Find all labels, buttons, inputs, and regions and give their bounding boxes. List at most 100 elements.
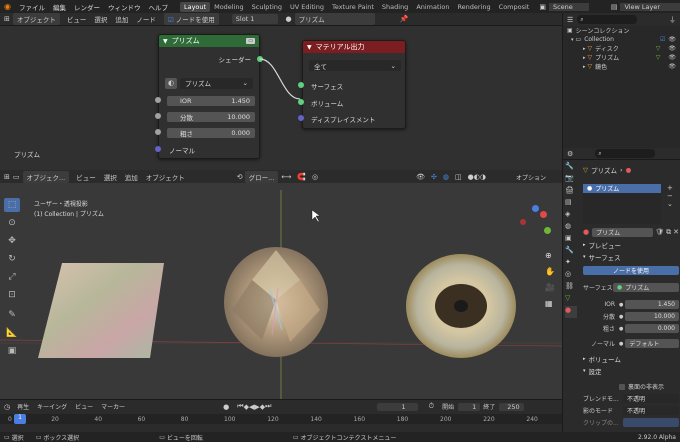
tab-modeling[interactable]: Modeling <box>210 2 248 12</box>
output-target-dropdown[interactable]: 全て ⌄ <box>309 60 401 71</box>
prop-dispersion-field[interactable]: 10.000 <box>625 312 679 321</box>
tool-tab-icon[interactable]: 🔧 <box>565 162 577 174</box>
blender-logo-icon[interactable]: ◉ <box>0 2 15 11</box>
current-frame-field[interactable]: 1 <box>377 402 418 411</box>
transform-orientation-dropdown[interactable]: グロー... <box>244 170 279 183</box>
z-axis-icon[interactable] <box>532 205 539 212</box>
output-tab-icon[interactable]: 🖨 <box>565 186 577 198</box>
material-datablock[interactable]: ● プリズム 🛡 ⧉ ✕ <box>583 227 679 237</box>
viewport-menu-object[interactable]: オブジェクト <box>142 172 189 182</box>
particles-tab-icon[interactable]: ✦ <box>565 258 577 270</box>
measure-tool-icon[interactable]: 📐 <box>4 326 20 340</box>
visibility-eye-icon[interactable]: 👁 <box>668 63 676 70</box>
tab-rendering[interactable]: Rendering <box>453 2 494 12</box>
clock-icon[interactable]: ⏱ <box>429 402 434 411</box>
scale-tool-icon[interactable]: ⤢ <box>4 270 20 284</box>
prop-roughness-field[interactable]: 0.000 <box>625 324 679 333</box>
prism-node-header[interactable]: ▼ プリズム ▭ <box>159 35 259 47</box>
node-menu-view[interactable]: ビュー <box>63 14 91 24</box>
expand-arrow-icon[interactable]: ▸ <box>583 64 586 70</box>
xray-toggle-icon[interactable]: ◫ <box>455 173 462 181</box>
select-mode-icon[interactable]: ▭ <box>13 173 20 181</box>
properties-search-field[interactable]: ⌕ <box>595 149 656 158</box>
viewport-menu-add[interactable]: 追加 <box>121 172 142 182</box>
tab-layout[interactable]: Layout <box>179 1 211 12</box>
overlay-toggle-icon[interactable]: ◍ <box>443 173 449 181</box>
tab-sculpting[interactable]: Sculpting <box>248 2 286 12</box>
visibility-eye-icon[interactable]: 👁 <box>668 54 676 61</box>
material-browse-icon[interactable]: ● <box>583 228 589 236</box>
shadow-mode-dropdown[interactable]: 不透明 <box>623 406 679 415</box>
viewport-menu-select[interactable]: 選択 <box>100 172 121 182</box>
surface-section[interactable]: ▾ サーフェス <box>583 252 621 262</box>
unlink-icon[interactable]: ✕ <box>673 228 679 236</box>
3d-viewport[interactable]: ユーザー・透視投影 (1) Collection | プリズム ⊕ ✋ 🎥 ▦ <box>0 170 562 399</box>
move-tool-icon[interactable]: ✥ <box>4 234 20 248</box>
collapse-arrow-icon[interactable]: ▼ <box>307 44 312 51</box>
add-cube-tool-icon[interactable]: ▣ <box>4 344 20 358</box>
surface-input-socket[interactable] <box>298 82 304 88</box>
menu-window[interactable]: ウィンドウ <box>104 2 145 12</box>
clip-threshold-field[interactable] <box>623 418 679 427</box>
node-menu-node[interactable]: ノード <box>132 14 160 24</box>
tab-compositing[interactable]: Composit <box>495 2 534 12</box>
use-nodes-button[interactable]: ノードを使用 <box>583 266 679 275</box>
filter-icon[interactable]: ⏚ <box>669 15 676 25</box>
playback-menu[interactable]: 再生 <box>13 402 33 411</box>
y-axis-icon[interactable] <box>544 227 551 234</box>
slot-menu-icon[interactable]: ⌄ <box>667 200 677 208</box>
editor-type-icon[interactable]: ⊞ <box>4 15 10 23</box>
normal-input-socket[interactable] <box>155 146 161 152</box>
jump-end-icon[interactable]: ⏭ <box>265 402 271 411</box>
tab-uv-editing[interactable]: UV Editing <box>286 2 328 12</box>
dispersion-field[interactable]: 分散 10.000 <box>167 112 255 122</box>
rotate-tool-icon[interactable]: ↻ <box>4 252 20 266</box>
outliner-item-prism[interactable]: ▸ ▽ プリズム ▽ 👁 <box>563 53 680 62</box>
exclude-checkbox-icon[interactable]: ☑ <box>660 36 665 43</box>
volume-input-socket[interactable] <box>298 99 304 105</box>
playhead[interactable]: 1 <box>14 414 26 424</box>
end-frame-field[interactable]: 250 <box>499 402 524 411</box>
view-layer-tab-icon[interactable]: ▤ <box>565 198 577 210</box>
collapse-arrow-icon[interactable]: ▼ <box>163 38 168 45</box>
camera-view-icon[interactable]: 🎥 <box>545 283 555 292</box>
remove-slot-icon[interactable]: − <box>667 192 677 200</box>
pin-icon[interactable]: 📌 <box>400 15 409 23</box>
tab-shading[interactable]: Shading <box>378 2 412 12</box>
material-output-header[interactable]: ▼ マテリアル出力 <box>303 41 405 53</box>
surface-shader-field[interactable]: ● プリズム <box>613 283 679 292</box>
prop-ior-field[interactable]: 1.450 <box>625 300 679 309</box>
tab-texture-paint[interactable]: Texture Paint <box>328 2 378 12</box>
x-axis-icon[interactable] <box>540 211 547 218</box>
expand-arrow-icon[interactable]: ▾ <box>571 37 574 43</box>
outliner-collection[interactable]: ▾ ▭ Collection ☑ 👁 <box>563 35 680 44</box>
pivot-icon[interactable]: ⟷ <box>281 173 291 181</box>
menu-render[interactable]: レンダー <box>70 2 104 12</box>
viewport-editor-type-icon[interactable]: ⊞ <box>4 173 10 181</box>
proportional-edit-icon[interactable]: ◎ <box>312 173 318 181</box>
outliner-editor-icon[interactable]: ☰ <box>567 16 573 24</box>
prism-shader-node[interactable]: ▼ プリズム ▭ シェーダー ◐ プリズム ⌄ IOR 1.450 分散 10.… <box>158 34 260 159</box>
checkbox-icon[interactable] <box>619 383 625 390</box>
node-menu-add[interactable]: 追加 <box>111 14 132 24</box>
viewport-options-dropdown[interactable]: オプション <box>516 173 546 182</box>
roughness-input-socket[interactable] <box>155 129 161 135</box>
blend-mode-dropdown[interactable]: 不透明 <box>623 394 679 403</box>
object-tab-icon[interactable]: ▣ <box>565 234 577 246</box>
prop-normal-field[interactable]: デフォルト <box>625 339 679 348</box>
outliner-item-disk[interactable]: ▸ ▽ ディスク ▽ 👁 <box>563 44 680 53</box>
visibility-eye-icon[interactable]: 👁 <box>668 45 676 52</box>
render-tab-icon[interactable]: 📷 <box>565 174 577 186</box>
properties-editor-icon[interactable]: ⚙ <box>567 150 573 158</box>
outliner-scene-collection[interactable]: ▣ シーンコレクション <box>563 26 680 35</box>
viewport-menu-view[interactable]: ビュー <box>72 172 100 182</box>
gizmo-toggle-icon[interactable]: ✣ <box>431 173 437 181</box>
start-frame-field[interactable]: 1 <box>458 402 481 411</box>
timeline-ruler[interactable]: 0 20 40 60 80 100 120 140 160 180 200 220 240 <box>0 414 562 424</box>
physics-tab-icon[interactable]: ◎ <box>565 270 577 282</box>
material-tab-icon[interactable]: ● <box>565 306 577 318</box>
expand-arrow-icon[interactable]: ▸ <box>583 55 586 61</box>
select-box-tool-icon[interactable]: ⬚ <box>4 198 20 212</box>
keying-menu[interactable]: キーイング <box>33 402 71 411</box>
viewport-mode-dropdown[interactable]: オブジェク... <box>22 170 70 183</box>
